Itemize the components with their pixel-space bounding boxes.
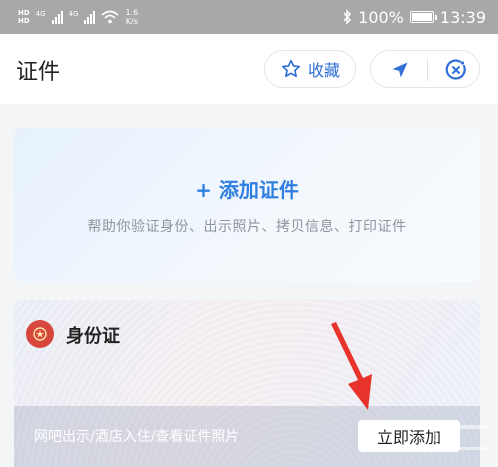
watermark-logo-icon bbox=[433, 425, 488, 450]
network-type-1: 4G bbox=[35, 10, 46, 18]
clock: 13:39 bbox=[439, 7, 486, 27]
status-bar: HD HD 4G 4G 1.6 K/s 100% 13:39 bbox=[0, 0, 498, 34]
header: 证件 收藏 bbox=[0, 34, 498, 104]
favorite-label: 收藏 bbox=[307, 61, 340, 80]
hd-indicator: HD HD bbox=[18, 9, 30, 25]
add-certificate-title: + 添加证件 bbox=[195, 178, 299, 202]
signal-icon bbox=[84, 10, 96, 24]
favorite-button[interactable]: 收藏 bbox=[264, 50, 356, 88]
annotation-arrow-icon bbox=[331, 322, 372, 410]
speed-value: 1.6 bbox=[125, 8, 139, 17]
battery-icon bbox=[409, 11, 437, 23]
id-card-title: 身份证 bbox=[66, 326, 120, 347]
id-card-item[interactable]: 身份证 网吧出示/酒店入住/查看证件照片 立即添加 bbox=[14, 300, 480, 467]
battery-percent: 100% bbox=[358, 7, 404, 27]
hd-bottom: HD bbox=[18, 17, 30, 25]
id-card-footer: 网吧出示/酒店入住/查看证件照片 立即添加 bbox=[14, 406, 480, 467]
close-circle-icon bbox=[445, 59, 466, 80]
signal-icon bbox=[51, 10, 63, 24]
speed-unit: K/s bbox=[125, 17, 138, 26]
status-left: HD HD 4G 4G 1.6 K/s bbox=[18, 8, 138, 26]
page-title: 证件 bbox=[16, 60, 61, 85]
hd-top: HD bbox=[18, 9, 30, 17]
network-speed: 1.6 K/s bbox=[125, 8, 138, 26]
mini-program-capsule bbox=[370, 50, 480, 88]
id-card-description: 网吧出示/酒店入住/查看证件照片 bbox=[34, 429, 240, 445]
add-certificate-description: 帮助你验证身份、出示照片、拷贝信息、打印证件 bbox=[87, 219, 407, 235]
location-button[interactable] bbox=[373, 51, 427, 89]
status-right: 100% 13:39 bbox=[342, 8, 486, 27]
bluetooth-icon bbox=[343, 9, 352, 25]
location-arrow-icon bbox=[392, 62, 408, 78]
national-emblem-icon bbox=[26, 320, 54, 348]
star-icon bbox=[281, 59, 301, 78]
close-button[interactable] bbox=[429, 51, 483, 89]
wifi-icon bbox=[101, 10, 119, 24]
add-certificate-card[interactable]: + 添加证件 帮助你验证身份、出示照片、拷贝信息、打印证件 bbox=[14, 128, 480, 282]
capsule-divider bbox=[427, 59, 428, 81]
emblem-star-icon bbox=[33, 327, 47, 341]
network-type-2: 4G bbox=[68, 10, 79, 18]
